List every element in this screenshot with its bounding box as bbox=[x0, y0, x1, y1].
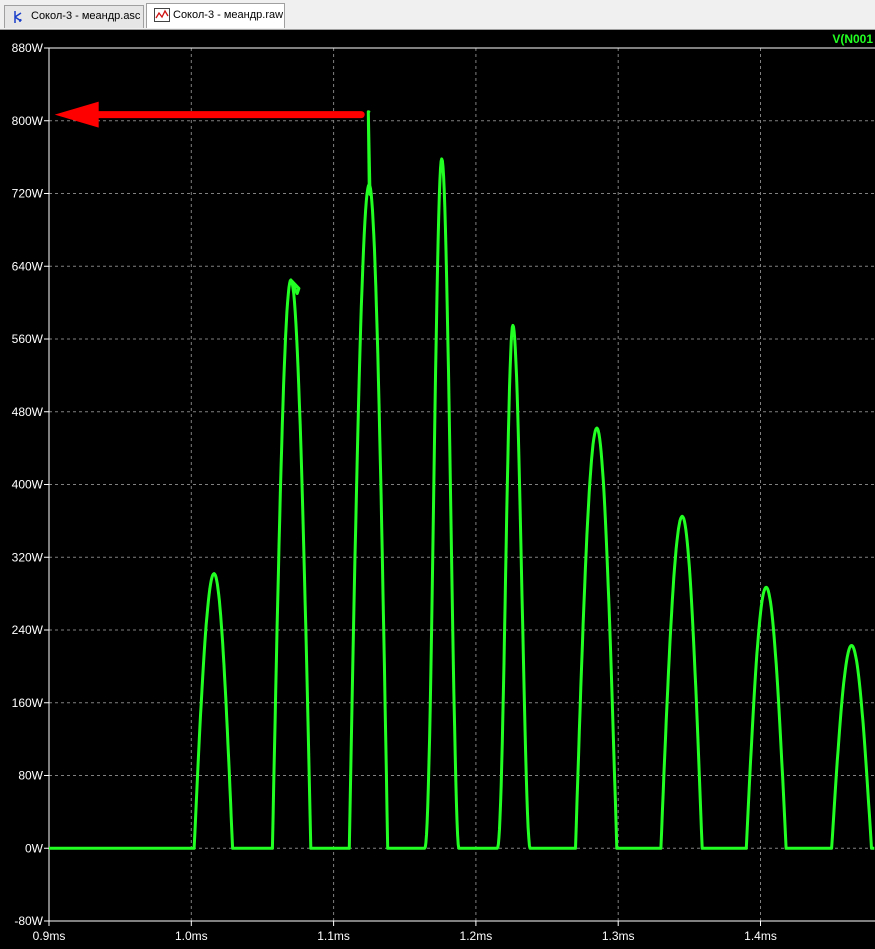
tab-label: Сокол-3 - меандр.asc bbox=[31, 10, 141, 22]
tab-label: Сокол-3 - меандр.raw bbox=[173, 9, 284, 21]
pulse-peak-point bbox=[212, 572, 216, 575]
y-tick-label: 320W bbox=[12, 550, 44, 564]
y-tick-label: 400W bbox=[12, 478, 44, 492]
x-tick-label: 1.1ms bbox=[317, 929, 350, 943]
x-tick-label: 1.4ms bbox=[744, 929, 777, 943]
waveform-chart: 880W 800W 720W 640W 560W 480W 400W 320W 240W 160W… bbox=[12, 32, 875, 943]
y-tick-label: 560W bbox=[12, 332, 44, 346]
y-tick-label: 800W bbox=[12, 114, 44, 128]
document-tab-bar: Сокол-3 - меандр.asc Сокол-3 - меандр.ra… bbox=[0, 0, 875, 30]
y-tick-label: 0W bbox=[25, 841, 44, 855]
waveform-icon bbox=[154, 8, 170, 22]
pulse-peak-point bbox=[850, 644, 853, 647]
x-tick-label: 1.0ms bbox=[175, 929, 208, 943]
y-tick-label: 160W bbox=[12, 696, 44, 710]
tab-schematic[interactable]: Сокол-3 - меандр.asc bbox=[4, 5, 144, 28]
annotation-arrow-head bbox=[54, 101, 99, 128]
schematic-icon bbox=[14, 11, 22, 23]
x-tick-label: 1.3ms bbox=[602, 929, 635, 943]
pulse-peak-point bbox=[511, 324, 515, 327]
y-tick-label: 80W bbox=[18, 769, 43, 783]
waveform-trace bbox=[49, 110, 875, 850]
tab-waveform[interactable]: Сокол-3 - меандр.raw bbox=[146, 3, 285, 28]
x-tick-label: 0.9ms bbox=[33, 929, 66, 943]
y-tick-label: 480W bbox=[12, 405, 44, 419]
y-tick-label: 640W bbox=[12, 259, 44, 273]
x-tick-label: 1.2ms bbox=[460, 929, 493, 943]
y-tick-label: 880W bbox=[12, 41, 44, 55]
pulse-peak-point bbox=[440, 157, 443, 161]
trace-legend-label[interactable]: V(N001 bbox=[832, 32, 873, 46]
pulse-peak-point bbox=[367, 110, 371, 113]
y-tick-label: 240W bbox=[12, 623, 44, 637]
pulse-peak-point bbox=[681, 515, 684, 518]
y-tick-label: -80W bbox=[14, 914, 43, 928]
y-tick-label: 720W bbox=[12, 187, 44, 201]
pulse-peak-point bbox=[764, 586, 768, 589]
pulse-peak-point bbox=[289, 278, 293, 282]
pulse-peak-point bbox=[595, 426, 599, 430]
waveform-plot-area[interactable]: 880W 800W 720W 640W 560W 480W 400W 320W 240W 160W… bbox=[0, 30, 875, 949]
